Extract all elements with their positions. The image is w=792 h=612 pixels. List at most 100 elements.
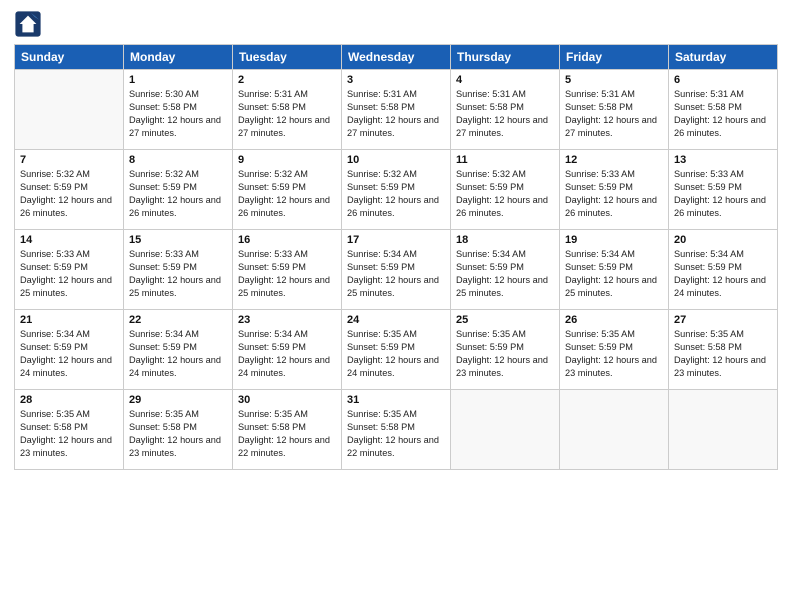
sunset-text: Sunset: 5:58 PM [20,421,118,434]
sunset-text: Sunset: 5:59 PM [674,261,772,274]
sunset-text: Sunset: 5:58 PM [129,421,227,434]
sunset-text: Sunset: 5:59 PM [238,261,336,274]
day-number: 5 [565,74,663,86]
sunset-text: Sunset: 5:58 PM [565,101,663,114]
day-cell: 20Sunrise: 5:34 AMSunset: 5:59 PMDayligh… [669,230,778,310]
day-cell [451,390,560,470]
sunset-text: Sunset: 5:59 PM [129,261,227,274]
col-header-wednesday: Wednesday [342,45,451,70]
day-number: 28 [20,394,118,406]
day-number: 27 [674,314,772,326]
sunrise-text: Sunrise: 5:34 AM [456,248,554,261]
daylight-text: Daylight: 12 hours and 26 minutes. [456,194,554,220]
daylight-text: Daylight: 12 hours and 26 minutes. [565,194,663,220]
sunset-text: Sunset: 5:58 PM [347,101,445,114]
daylight-text: Daylight: 12 hours and 26 minutes. [347,194,445,220]
week-row-4: 21Sunrise: 5:34 AMSunset: 5:59 PMDayligh… [15,310,778,390]
sunset-text: Sunset: 5:58 PM [347,421,445,434]
daylight-text: Daylight: 12 hours and 22 minutes. [238,434,336,460]
day-cell: 9Sunrise: 5:32 AMSunset: 5:59 PMDaylight… [233,150,342,230]
sunrise-text: Sunrise: 5:35 AM [456,328,554,341]
day-number: 12 [565,154,663,166]
daylight-text: Daylight: 12 hours and 25 minutes. [565,274,663,300]
sunrise-text: Sunrise: 5:31 AM [674,88,772,101]
day-number: 24 [347,314,445,326]
sunrise-text: Sunrise: 5:34 AM [238,328,336,341]
daylight-text: Daylight: 12 hours and 26 minutes. [238,194,336,220]
daylight-text: Daylight: 12 hours and 23 minutes. [20,434,118,460]
day-number: 1 [129,74,227,86]
day-cell: 31Sunrise: 5:35 AMSunset: 5:58 PMDayligh… [342,390,451,470]
day-cell [15,70,124,150]
sunset-text: Sunset: 5:59 PM [456,341,554,354]
sunset-text: Sunset: 5:59 PM [20,181,118,194]
sunset-text: Sunset: 5:59 PM [347,261,445,274]
col-header-sunday: Sunday [15,45,124,70]
day-number: 29 [129,394,227,406]
sunrise-text: Sunrise: 5:31 AM [238,88,336,101]
day-cell: 23 Sunrise: 5:34 AMSunset: 5:59 PMDayligh… [233,310,342,390]
col-header-thursday: Thursday [451,45,560,70]
day-number: 13 [674,154,772,166]
sunrise-text: Sunrise: 5:31 AM [565,88,663,101]
day-number: 4 [456,74,554,86]
sunrise-text: Sunrise: 5:33 AM [565,168,663,181]
sunrise-text: Sunrise: 5:31 AM [456,88,554,101]
daylight-text: Daylight: 12 hours and 24 minutes. [238,354,336,380]
day-number: 16 [238,234,336,246]
sunrise-text: Sunrise: 5:34 AM [565,248,663,261]
daylight-text: Daylight: 12 hours and 23 minutes. [565,354,663,380]
day-number: 14 [20,234,118,246]
day-number: 18 [456,234,554,246]
day-cell: 11Sunrise: 5:32 AMSunset: 5:59 PMDayligh… [451,150,560,230]
day-number: 19 [565,234,663,246]
daylight-text: Daylight: 12 hours and 22 minutes. [347,434,445,460]
day-cell: 7Sunrise: 5:32 AMSunset: 5:59 PMDaylight… [15,150,124,230]
daylight-text: Daylight: 12 hours and 25 minutes. [129,274,227,300]
daylight-text: Daylight: 12 hours and 25 minutes. [347,274,445,300]
day-cell: 13Sunrise: 5:33 AMSunset: 5:59 PMDayligh… [669,150,778,230]
daylight-text: Daylight: 12 hours and 27 minutes. [347,114,445,140]
sunrise-text: Sunrise: 5:32 AM [456,168,554,181]
sunset-text: Sunset: 5:59 PM [238,181,336,194]
day-number: 8 [129,154,227,166]
sunset-text: Sunset: 5:58 PM [238,101,336,114]
daylight-text: Daylight: 12 hours and 27 minutes. [129,114,227,140]
week-row-1: 1Sunrise: 5:30 AMSunset: 5:58 PMDaylight… [15,70,778,150]
day-number: 11 [456,154,554,166]
sunset-text: Sunset: 5:59 PM [456,261,554,274]
day-number: 10 [347,154,445,166]
logo [14,10,46,38]
day-cell: 18Sunrise: 5:34 AMSunset: 5:59 PMDayligh… [451,230,560,310]
col-header-friday: Friday [560,45,669,70]
logo-icon [14,10,42,38]
sunrise-text: Sunrise: 5:34 AM [674,248,772,261]
sunset-text: Sunset: 5:59 PM [238,341,336,354]
day-number: 30 [238,394,336,406]
day-number: 23 [238,314,336,326]
sunrise-text: Sunrise: 5:33 AM [20,248,118,261]
sunset-text: Sunset: 5:58 PM [674,101,772,114]
col-header-saturday: Saturday [669,45,778,70]
daylight-text: Daylight: 12 hours and 27 minutes. [565,114,663,140]
daylight-text: Daylight: 12 hours and 24 minutes. [347,354,445,380]
sunrise-text: Sunrise: 5:33 AM [238,248,336,261]
sunrise-text: Sunrise: 5:33 AM [674,168,772,181]
week-row-3: 14Sunrise: 5:33 AMSunset: 5:59 PMDayligh… [15,230,778,310]
sunrise-text: Sunrise: 5:35 AM [674,328,772,341]
sunrise-text: Sunrise: 5:34 AM [20,328,118,341]
daylight-text: Daylight: 12 hours and 26 minutes. [674,194,772,220]
sunrise-text: Sunrise: 5:33 AM [129,248,227,261]
sunrise-text: Sunrise: 5:34 AM [129,328,227,341]
day-cell: 6Sunrise: 5:31 AMSunset: 5:58 PMDaylight… [669,70,778,150]
day-number: 2 [238,74,336,86]
sunset-text: Sunset: 5:59 PM [129,341,227,354]
day-number: 26 [565,314,663,326]
daylight-text: Daylight: 12 hours and 23 minutes. [674,354,772,380]
daylight-text: Daylight: 12 hours and 23 minutes. [129,434,227,460]
sunrise-text: Sunrise: 5:34 AM [347,248,445,261]
sunset-text: Sunset: 5:59 PM [20,341,118,354]
daylight-text: Daylight: 12 hours and 25 minutes. [20,274,118,300]
day-number: 3 [347,74,445,86]
day-number: 6 [674,74,772,86]
